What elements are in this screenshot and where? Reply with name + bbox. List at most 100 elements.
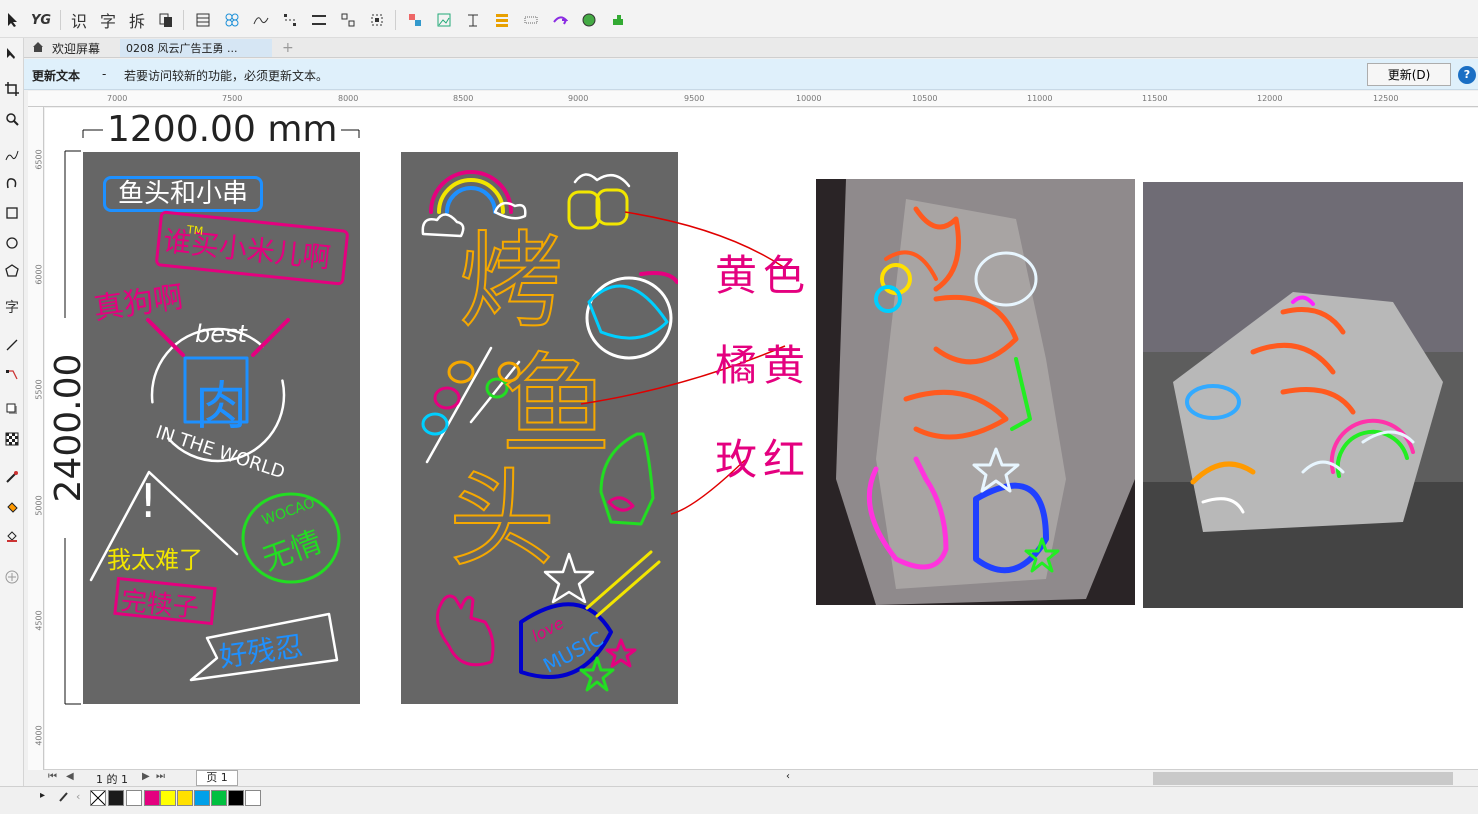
horizontal-ruler[interactable]: 7000 7500 8000 8500 9000 9500 10000 1050… (28, 91, 1478, 107)
label-rose: 玫红 (715, 435, 812, 484)
prev-page-icon[interactable]: ◀ (66, 771, 74, 782)
palette-scroll-icon[interactable]: ‹ (76, 790, 80, 803)
last-page-icon[interactable]: ⏭ (156, 771, 165, 782)
ruler-tick: 10500 (912, 94, 938, 103)
list-icon[interactable] (491, 9, 513, 31)
ruler-tick: 9000 (568, 94, 589, 103)
plugin-icon[interactable] (607, 9, 629, 31)
horizontal-scrollbar[interactable]: ‹ (784, 769, 1478, 786)
transparency-tool-icon[interactable] (1, 428, 23, 450)
smart-fill-icon[interactable] (1, 524, 23, 546)
swatch-4[interactable] (160, 790, 176, 806)
ruler-tick: 8000 (338, 94, 359, 103)
barcode-icon[interactable] (520, 9, 542, 31)
swatch-9[interactable] (245, 790, 261, 806)
page-tab[interactable]: 页 1 (196, 770, 238, 786)
shadow-tool-icon[interactable] (1, 398, 23, 420)
app-window: YG 识 字 拆 字 欢迎屏幕 0208 风云广告王勇 ... + 更新文本 -… (0, 0, 1478, 814)
notice-title: 更新文本 (32, 69, 81, 83)
crop-tool-icon[interactable] (1, 78, 23, 100)
artistic-media-icon[interactable] (1, 172, 23, 194)
scroll-left-icon[interactable]: ‹ (786, 771, 790, 782)
toolbox: 字 (0, 38, 24, 790)
copy-icon[interactable] (155, 9, 177, 31)
add-tool-icon[interactable] (1, 566, 23, 588)
new-tab-icon[interactable]: + (276, 39, 300, 57)
notice-dash: - (102, 67, 107, 81)
ruler-tick: 7000 (107, 94, 128, 103)
tab-document[interactable]: 0208 风云广告王勇 ... (120, 39, 272, 57)
text-char-icon[interactable]: 字 (97, 9, 119, 31)
logo-yg-icon[interactable]: YG (30, 9, 52, 31)
polygon-tool-icon[interactable] (1, 260, 23, 282)
rectangle-tool-icon[interactable] (1, 202, 23, 224)
ruler-tick: 6500 (34, 149, 44, 170)
palette-arrow-icon[interactable]: ▸ (40, 790, 45, 801)
ruler-tick: 5500 (34, 379, 44, 400)
home-icon (32, 41, 44, 56)
top-toolbar: YG 识 字 拆 (0, 0, 1478, 38)
ruler-tick: 12000 (1257, 94, 1283, 103)
update-button[interactable]: 更新(D) (1367, 63, 1451, 86)
update-notice-bar: 更新文本 - 若要访问较新的功能，必须更新文本。 更新(D) ? (24, 59, 1478, 90)
info-icon: ? (1458, 66, 1476, 84)
zoom-tool-icon[interactable] (1, 108, 23, 130)
text-tool-icon[interactable]: 字 (1, 296, 23, 318)
tab-welcome-label: 欢迎屏幕 (52, 41, 101, 56)
drawing-canvas[interactable]: 1200.00 mm 2400.00 mm 鱼头和小串 谁买小米儿啊 TM 真狗… (45, 108, 1478, 770)
photo-neon-prototype-1[interactable] (816, 179, 1135, 605)
scrollbar-thumb[interactable] (1153, 772, 1453, 785)
label-yellow: 黄色 (715, 251, 812, 300)
pick-tool-icon[interactable] (2, 9, 24, 31)
label-orange: 橘黄 (715, 341, 812, 390)
palette-eyedropper-icon[interactable] (58, 789, 70, 806)
ruler-tick: 10000 (796, 94, 822, 103)
ruler-tick: 7500 (222, 94, 243, 103)
color-palette: ▸ ‹ (0, 786, 1478, 808)
fill-tool-icon[interactable] (1, 496, 23, 518)
connector-tool-icon[interactable] (1, 364, 23, 386)
swatch-6[interactable] (194, 790, 210, 806)
first-page-icon[interactable]: ⏮ (48, 771, 57, 782)
layout-icon[interactable] (404, 9, 426, 31)
globe-icon[interactable] (578, 9, 600, 31)
swatch-3[interactable] (144, 790, 160, 806)
pattern-icon[interactable] (221, 9, 243, 31)
group-icon[interactable] (337, 9, 359, 31)
tab-welcome[interactable]: 欢迎屏幕 (26, 39, 106, 57)
swatch-2[interactable] (126, 790, 142, 806)
arrow-purple-icon[interactable] (549, 9, 571, 31)
text-align-icon[interactable] (462, 9, 484, 31)
swatch-1[interactable] (108, 790, 124, 806)
document-tabs: 欢迎屏幕 0208 风云广告王勇 ... + (24, 38, 1478, 58)
swatch-7[interactable] (211, 790, 227, 806)
ruler-tick: 11500 (1142, 94, 1168, 103)
align-nodes-icon[interactable] (279, 9, 301, 31)
ellipse-tool-icon[interactable] (1, 232, 23, 254)
ruler-tick: 6000 (34, 264, 44, 285)
page-count: 1 的 1 (96, 773, 128, 786)
recognize-icon[interactable]: 识 (68, 9, 90, 31)
swatch-8[interactable] (228, 790, 244, 806)
ruler-tick: 11000 (1027, 94, 1053, 103)
ruler-tick: 5000 (34, 495, 44, 516)
next-page-icon[interactable]: ▶ (142, 771, 150, 782)
curve-node-icon[interactable] (250, 9, 272, 31)
shape-tool-icon[interactable] (1, 42, 23, 64)
page-navigator: ⏮ ◀ 1 的 1 ▶ ⏭ 页 1 (44, 769, 784, 786)
distribute-icon[interactable] (308, 9, 330, 31)
photo-neon-prototype-2[interactable] (1143, 182, 1463, 608)
crop-select-icon[interactable] (366, 9, 388, 31)
swatch-5[interactable] (177, 790, 193, 806)
vertical-ruler[interactable]: 6500 6000 5500 5000 4500 4000 (28, 107, 44, 770)
swatch-none[interactable] (90, 790, 106, 806)
tab-document-label: 0208 风云广告王勇 ... (126, 42, 238, 55)
freehand-tool-icon[interactable] (1, 144, 23, 166)
ruler-tick: 4500 (34, 610, 44, 631)
line-tool-icon[interactable] (1, 334, 23, 356)
ruler-tick: 8500 (453, 94, 474, 103)
table-icon[interactable] (192, 9, 214, 31)
eyedropper-tool-icon[interactable] (1, 466, 23, 488)
image-frame-icon[interactable] (433, 9, 455, 31)
split-icon[interactable]: 拆 (126, 9, 148, 31)
